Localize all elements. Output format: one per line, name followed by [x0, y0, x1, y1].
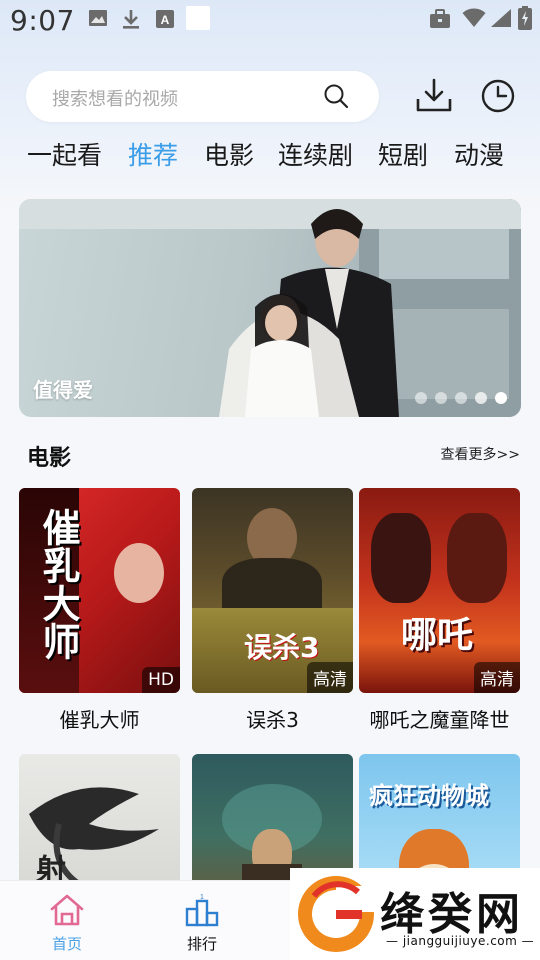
section-title: 电影 — [27, 446, 72, 471]
image-notification-icon — [89, 10, 107, 26]
carousel-dot[interactable] — [435, 392, 447, 404]
tab-anime[interactable]: 动漫 — [454, 136, 504, 172]
ranking-podium-icon: 1 — [185, 894, 219, 927]
signal-icon — [491, 9, 511, 27]
quality-badge: HD — [142, 667, 180, 693]
search-input[interactable]: 搜索想看的视频 — [26, 71, 379, 122]
movie-title: 催乳大师 — [59, 708, 140, 732]
carousel-indicator — [415, 392, 507, 404]
see-more-link[interactable]: 查看更多>> — [441, 444, 520, 464]
blank-notification-icon — [186, 6, 210, 30]
history-clock-icon[interactable] — [480, 78, 516, 114]
quality-badge: 高清 — [474, 662, 520, 693]
download-notification-icon — [123, 10, 139, 29]
briefcase-icon — [430, 9, 450, 28]
wifi-icon — [462, 8, 486, 27]
watermark-g-icon — [298, 876, 376, 952]
nav-home-label: 首页 — [51, 935, 82, 953]
svg-text:A: A — [161, 13, 170, 27]
quality-badge: 高清 — [307, 662, 353, 693]
movie-title: 误杀3 — [246, 708, 299, 732]
banner-image — [19, 199, 521, 417]
nav-home[interactable]: 首页 — [27, 893, 107, 954]
tab-movies[interactable]: 电影 — [204, 136, 254, 172]
search-icon[interactable] — [323, 83, 349, 109]
poster-title-art: 疯狂动物城 — [369, 782, 489, 810]
watermark-logo: 绛癸网 — jiangguijiuye.com — — [290, 868, 540, 960]
carousel-dot[interactable] — [475, 392, 487, 404]
carousel-dot[interactable] — [415, 392, 427, 404]
tab-short-drama[interactable]: 短剧 — [378, 136, 428, 172]
poster-title-art: 催乳大师 — [36, 508, 80, 660]
tab-recommend[interactable]: 推荐 — [128, 136, 178, 172]
tab-tv-series[interactable]: 连续剧 — [278, 136, 353, 172]
watermark-url: — jiangguijiuye.com — — [386, 934, 535, 948]
carousel-dot[interactable] — [455, 392, 467, 404]
watermark-text: 绛癸网 — [380, 889, 524, 940]
carousel-dot-active[interactable] — [495, 392, 507, 404]
movie-poster: 催乳大师 HD — [19, 488, 180, 693]
tab-together[interactable]: 一起看 — [27, 136, 102, 172]
category-tabs: 一起看 推荐 电影 连续剧 短剧 动漫 — [0, 136, 540, 172]
poster-title-art: 哪吒 — [401, 615, 474, 656]
banner-caption: 值得爱 — [33, 378, 93, 402]
nav-ranking-label: 排行 — [186, 935, 217, 953]
nav-ranking[interactable]: 1 排行 — [162, 893, 242, 954]
search-placeholder: 搜索想看的视频 — [52, 89, 178, 110]
text-notification-icon: A — [156, 10, 174, 28]
banner-carousel[interactable]: 值得爱 — [19, 199, 521, 417]
battery-icon — [518, 6, 532, 30]
status-bar: 9:07 A — [0, 0, 540, 44]
status-time: 9:07 — [10, 4, 75, 37]
download-icon[interactable] — [415, 77, 453, 113]
svg-text:1: 1 — [200, 894, 204, 901]
movie-title: 哪吒之魔童降世 — [369, 708, 510, 732]
home-icon — [50, 894, 84, 926]
movie-poster: 哪吒 高清 — [359, 488, 520, 693]
movie-poster: 误杀3 高清 — [192, 488, 353, 693]
poster-title-art: 误杀3 — [244, 631, 320, 664]
